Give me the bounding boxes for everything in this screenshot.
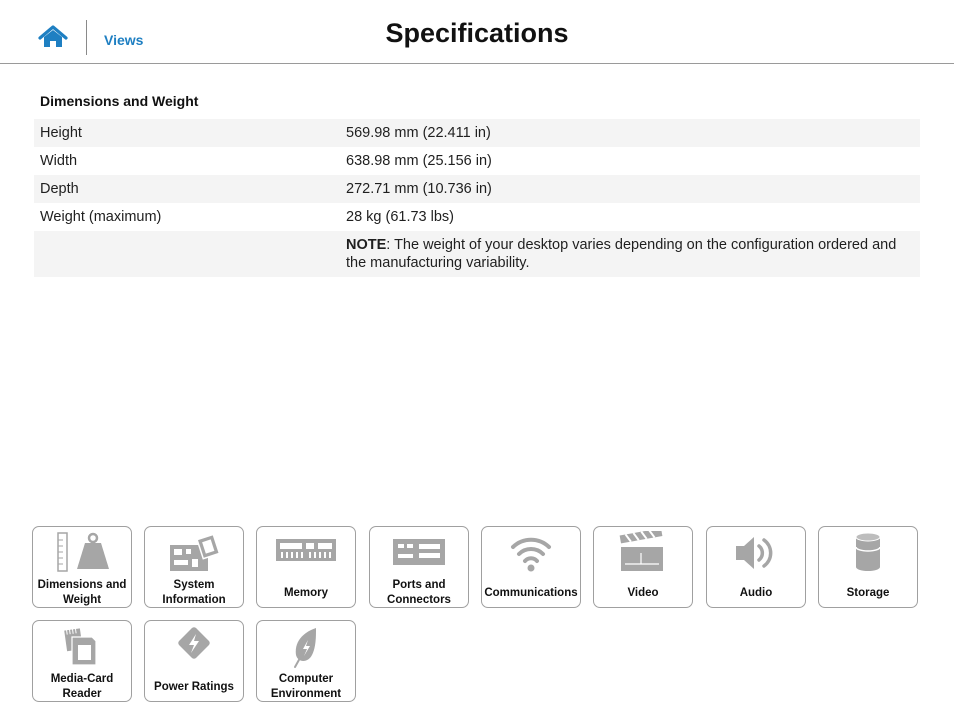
spec-value: 272.71 mm (10.736 in) (340, 175, 920, 203)
spec-value: 28 kg (61.73 lbs) (346, 209, 455, 225)
spec-table: Height 569.98 mm (22.411 in) Width 638.9… (34, 119, 920, 277)
tile-video[interactable]: Video (593, 526, 693, 608)
tile-communications[interactable]: Communications (481, 526, 581, 608)
table-row: Height 569.98 mm (22.411 in) (34, 119, 920, 147)
table-row: Depth 272.71 mm (10.736 in) (34, 175, 920, 203)
tile-audio[interactable]: Audio (706, 526, 806, 608)
spec-value: 569.98 mm (22.411 in) (340, 119, 920, 147)
tile-system-information[interactable]: System Information (144, 526, 244, 608)
tile-power-ratings[interactable]: Power Ratings (144, 620, 244, 702)
ports-icon (393, 539, 445, 565)
tile-label: Video (627, 586, 659, 599)
tile-dimensions-and-weight[interactable]: Dimensions and Weight (32, 526, 132, 608)
speaker-icon (736, 537, 773, 569)
page-title: Specifications (385, 18, 569, 48)
tile-label: System Information (162, 579, 226, 606)
note-bold: NOTE (346, 237, 387, 253)
tile-memory[interactable]: Memory (256, 526, 356, 608)
tile-label: Computer Environment (270, 673, 342, 700)
table-row: Weight (maximum) 28 kg (61.73 lbs) (34, 203, 920, 231)
spec-label: Weight (maximum) (40, 209, 162, 225)
clapperboard-icon (619, 531, 663, 571)
tile-label: Storage (846, 586, 890, 599)
note-row: NOTE: The weight of your desktop varies … (34, 231, 920, 277)
tile-ports-and-connectors[interactable]: Ports and Connectors (369, 526, 469, 608)
tile-label: Media-Card Reader (50, 673, 114, 700)
tile-label: Audio (739, 586, 773, 599)
weight-icon (57, 532, 109, 572)
note-text: NOTE: The weight of your desktop varies … (340, 231, 920, 277)
leaf-icon (294, 628, 316, 668)
spec-label: Depth (34, 175, 340, 203)
memory-icon (276, 539, 336, 561)
spec-label: Height (34, 119, 340, 147)
tile-media-card-reader[interactable]: Media-Card Reader (32, 620, 132, 702)
header-bar: Views Specifications (0, 0, 954, 64)
tile-computer-environment[interactable]: Computer Environment (256, 620, 356, 702)
tile-storage[interactable]: Storage (818, 526, 918, 608)
storage-icon (855, 532, 881, 571)
power-icon (178, 627, 210, 659)
tile-label: Memory (283, 586, 329, 599)
tile-label: Dimensions and Weight (37, 579, 127, 606)
wifi-icon (511, 537, 551, 572)
spec-label: Width (40, 153, 78, 169)
note-body: : The weight of your desktop varies depe… (346, 237, 897, 271)
section-title: Dimensions and Weight (40, 93, 199, 109)
tile-label: Power Ratings (154, 680, 234, 693)
table-row: Width 638.98 mm (25.156 in) (34, 147, 920, 175)
media-card-icon (62, 627, 97, 666)
spec-value: 638.98 mm (25.156 in) (346, 153, 492, 169)
tile-label: Ports and Connectors (387, 579, 451, 606)
tile-label: Communications (484, 586, 578, 599)
spec-label-empty (34, 231, 340, 277)
motherboard-icon (170, 533, 221, 571)
